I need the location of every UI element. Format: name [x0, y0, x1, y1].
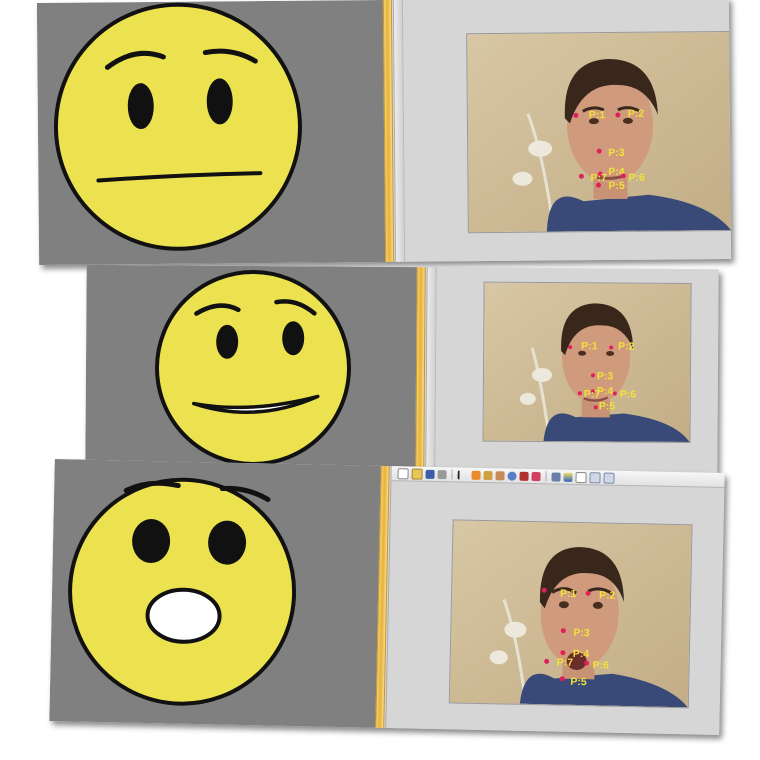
svg-text:P:7: P:7	[590, 172, 607, 184]
hide-icon[interactable]	[589, 471, 601, 483]
legend-icon[interactable]	[575, 471, 587, 483]
new-icon[interactable]	[397, 467, 409, 479]
svg-text:P:2: P:2	[628, 108, 645, 120]
screenshot-panel-surprised: P:1 P:2 P:3 P:4 P:5 P:6 P:7	[49, 459, 725, 735]
camera-tracking-window: P:1 P:2 P:3 P:4 P:5 P:6 P:7	[425, 267, 719, 474]
camera-tracking-window: P:1 P:2 P:3 P:4 P:5 P:6 P:7	[385, 466, 725, 735]
avatar-view	[85, 264, 417, 472]
svg-text:P:2: P:2	[618, 341, 635, 353]
camera-tracking-window: P:1 P:2 P:3 P:4 P:5 P:6 P:7	[392, 0, 732, 262]
svg-text:P:1: P:1	[560, 588, 577, 600]
svg-text:P:6: P:6	[628, 172, 645, 184]
neutral-emoticon	[53, 2, 302, 251]
svg-text:P:7: P:7	[557, 657, 574, 669]
surprised-emoticon	[68, 477, 297, 706]
screenshot-panel-neutral: P:1 P:2 P:3 P:4 P:5 P:6 P:7	[36, 0, 732, 266]
svg-text:P:3: P:3	[597, 370, 614, 382]
brush-icon[interactable]	[531, 471, 541, 481]
smile-emoticon	[155, 269, 352, 466]
open-icon[interactable]	[411, 467, 423, 480]
webcam-view: P:1 P:2 P:3 P:4 P:5 P:6 P:7	[466, 30, 732, 234]
svg-text:P:3: P:3	[608, 147, 625, 159]
svg-text:P:5: P:5	[608, 180, 625, 192]
avatar-view	[36, 0, 386, 266]
svg-text:P:1: P:1	[589, 109, 606, 121]
svg-text:P:1: P:1	[581, 340, 598, 352]
svg-text:P:3: P:3	[573, 627, 590, 639]
avatar-view	[49, 459, 381, 728]
svg-text:P:2: P:2	[599, 589, 616, 601]
side-strip	[426, 267, 437, 472]
zoom-out-icon[interactable]	[483, 470, 493, 480]
svg-text:P:6: P:6	[592, 659, 609, 671]
webcam-view: P:1 P:2 P:3 P:4 P:5 P:6 P:7	[448, 519, 693, 709]
svg-text:P:6: P:6	[620, 389, 637, 401]
colorbar-icon[interactable]	[563, 472, 573, 482]
svg-text:P:5: P:5	[599, 400, 616, 412]
mouth	[145, 587, 222, 644]
window-splitter[interactable]	[415, 267, 426, 472]
screenshot-panel-smile: P:1 P:2 P:3 P:4 P:5 P:6 P:7	[85, 264, 719, 474]
link-icon[interactable]	[551, 471, 561, 482]
toolbar-separator	[545, 471, 547, 482]
svg-text:P:4: P:4	[573, 648, 590, 660]
svg-text:P:7: P:7	[584, 388, 601, 400]
show-icon[interactable]	[603, 472, 615, 484]
svg-text:P:5: P:5	[570, 676, 587, 688]
save-icon[interactable]	[425, 469, 435, 479]
rotate-icon[interactable]	[507, 470, 517, 481]
pointer-icon[interactable]	[457, 469, 469, 480]
pan-icon[interactable]	[495, 470, 505, 480]
print-icon[interactable]	[437, 469, 447, 479]
zoom-in-icon[interactable]	[471, 470, 481, 480]
side-strip	[393, 0, 406, 262]
toolbar-separator	[451, 469, 453, 480]
data-cursor-icon[interactable]	[519, 471, 529, 481]
webcam-view: P:1 P:2 P:3 P:4 P:5 P:6 P:7	[482, 281, 692, 444]
